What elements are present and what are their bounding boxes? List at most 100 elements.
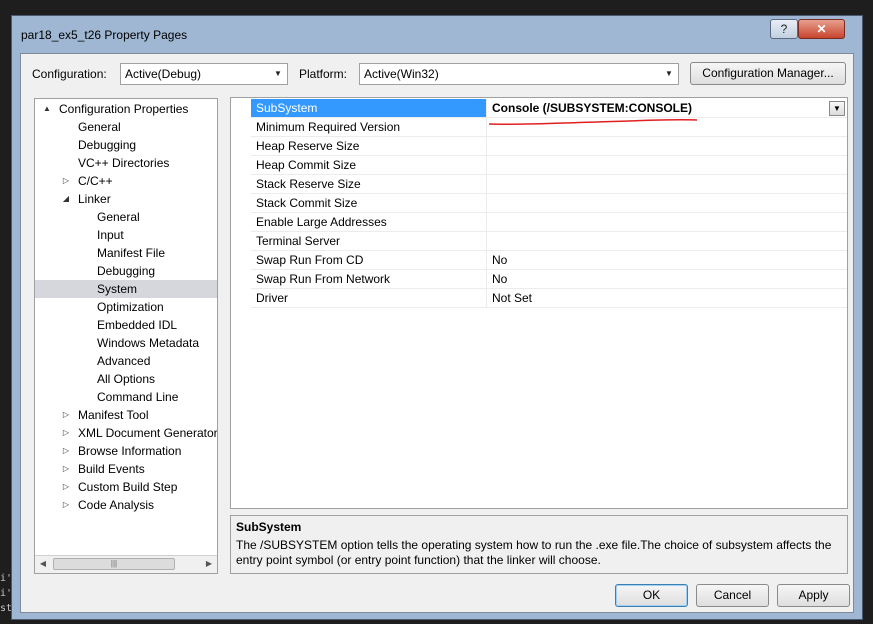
- platform-label: Platform:: [299, 67, 348, 81]
- platform-value: Active(Win32): [364, 67, 439, 81]
- tree-item-label: Build Events: [78, 462, 145, 476]
- help-button[interactable]: ?: [770, 19, 798, 39]
- tree-item[interactable]: General: [35, 118, 217, 136]
- property-tree[interactable]: ▲ Configuration Properties General Debuggin…: [34, 98, 218, 574]
- property-name: Stack Commit Size: [251, 194, 487, 213]
- tree-item[interactable]: Command Line: [35, 388, 217, 406]
- cancel-button[interactable]: Cancel: [696, 584, 769, 607]
- expand-icon[interactable]: ▷: [61, 442, 71, 460]
- property-row[interactable]: Swap Run From CD No: [231, 251, 847, 270]
- property-value[interactable]: [487, 156, 847, 175]
- tree-item[interactable]: ▷ XML Document Generator: [35, 424, 217, 442]
- tree-item-label: Embedded IDL: [97, 318, 178, 332]
- property-row[interactable]: Swap Run From Network No: [231, 270, 847, 289]
- tree-item[interactable]: Windows Metadata: [35, 334, 217, 352]
- expand-icon[interactable]: ▷: [61, 460, 71, 478]
- property-value-text: Not Set: [492, 291, 533, 305]
- tree-item[interactable]: VC++ Directories: [35, 154, 217, 172]
- chevron-down-icon: ▼: [274, 69, 282, 78]
- property-value[interactable]: [487, 194, 847, 213]
- tree-item-label: All Options: [97, 372, 156, 386]
- tree-item[interactable]: ▷ C/C++: [35, 172, 217, 190]
- platform-select[interactable]: Active(Win32) ▼: [359, 63, 679, 85]
- dropdown-arrow-icon[interactable]: ▼: [829, 101, 845, 116]
- tree-item[interactable]: ◢ Linker: [35, 190, 217, 208]
- tree-list: ▲ Configuration Properties General Debuggin…: [35, 100, 217, 514]
- property-value[interactable]: [487, 175, 847, 194]
- tree-item-label: Linker: [78, 192, 111, 206]
- property-row[interactable]: Driver Not Set: [231, 289, 847, 308]
- tree-item-label: VC++ Directories: [78, 156, 170, 170]
- tree-item-label: Configuration Properties: [59, 102, 189, 116]
- tree-item[interactable]: Debugging: [35, 136, 217, 154]
- tree-item[interactable]: Debugging: [35, 262, 217, 280]
- apply-button[interactable]: Apply: [777, 584, 850, 607]
- collapse-icon[interactable]: ◢: [61, 190, 71, 208]
- configuration-select[interactable]: Active(Debug) ▼: [120, 63, 288, 85]
- expand-icon[interactable]: ▷: [61, 172, 71, 190]
- property-value-text: No: [492, 253, 508, 267]
- property-row[interactable]: Terminal Server: [231, 232, 847, 251]
- property-row[interactable]: Heap Reserve Size: [231, 137, 847, 156]
- property-value[interactable]: [487, 137, 847, 156]
- dialog-client: Configuration: Active(Debug) ▼ Platform:…: [20, 53, 854, 613]
- tree-item[interactable]: Input: [35, 226, 217, 244]
- property-value[interactable]: Not Set: [487, 289, 847, 308]
- tree-item[interactable]: Manifest File: [35, 244, 217, 262]
- tree-item[interactable]: System: [35, 280, 217, 298]
- close-button[interactable]: ✕: [798, 19, 845, 39]
- scroll-thumb[interactable]: |||: [53, 558, 175, 570]
- tree-item-label: XML Document Generator: [78, 426, 218, 440]
- ok-button[interactable]: OK: [615, 584, 688, 607]
- window-title: par18_ex5_t26 Property Pages: [21, 28, 188, 42]
- property-row[interactable]: Stack Commit Size: [231, 194, 847, 213]
- title-bar[interactable]: par18_ex5_t26 Property Pages ? ✕: [12, 16, 862, 52]
- tree-item[interactable]: ▷ Manifest Tool: [35, 406, 217, 424]
- property-value[interactable]: [487, 213, 847, 232]
- property-value[interactable]: No: [487, 251, 847, 270]
- tree-item[interactable]: ▷ Code Analysis: [35, 496, 217, 514]
- tree-item[interactable]: ▲ Configuration Properties: [35, 100, 217, 118]
- property-name: Heap Reserve Size: [251, 137, 487, 156]
- expand-icon[interactable]: ▷: [61, 496, 71, 514]
- expand-icon[interactable]: ▷: [61, 424, 71, 442]
- tree-item-label: General: [78, 120, 121, 134]
- tree-item-label: Optimization: [97, 300, 164, 314]
- property-value[interactable]: [487, 232, 847, 251]
- property-value-text: Console (/SUBSYSTEM:CONSOLE): [492, 101, 693, 115]
- tree-item[interactable]: ▷ Browse Information: [35, 442, 217, 460]
- tree-item-label: Debugging: [97, 264, 156, 278]
- expand-icon[interactable]: ▷: [61, 478, 71, 496]
- description-panel: SubSystem The /SUBSYSTEM option tells th…: [230, 515, 848, 574]
- scroll-right-icon[interactable]: ▶: [201, 556, 217, 572]
- configuration-value: Active(Debug): [125, 67, 202, 81]
- tree-item[interactable]: Embedded IDL: [35, 316, 217, 334]
- tree-item[interactable]: General: [35, 208, 217, 226]
- tree-item-label: Advanced: [97, 354, 151, 368]
- property-row[interactable]: Stack Reserve Size: [231, 175, 847, 194]
- scroll-left-icon[interactable]: ◀: [35, 556, 51, 572]
- property-value[interactable]: No: [487, 270, 847, 289]
- tree-item[interactable]: Optimization: [35, 298, 217, 316]
- tree-item[interactable]: ▷ Custom Build Step: [35, 478, 217, 496]
- tree-item-label: C/C++: [78, 174, 113, 188]
- property-name: Stack Reserve Size: [251, 175, 487, 194]
- property-name: Heap Commit Size: [251, 156, 487, 175]
- horizontal-scrollbar[interactable]: ◀ ||| ▶: [35, 555, 217, 573]
- property-name: Minimum Required Version: [251, 118, 487, 137]
- tree-item-label: Windows Metadata: [97, 336, 200, 350]
- property-name: SubSystem: [251, 99, 487, 118]
- property-row[interactable]: Enable Large Addresses: [231, 213, 847, 232]
- tree-item[interactable]: ▷ Build Events: [35, 460, 217, 478]
- configuration-label: Configuration:: [32, 67, 107, 81]
- expand-icon[interactable]: ▷: [61, 406, 71, 424]
- tree-item-label: Browse Information: [78, 444, 182, 458]
- configuration-manager-button[interactable]: Configuration Manager...: [690, 62, 846, 85]
- tree-item[interactable]: Advanced: [35, 352, 217, 370]
- property-row[interactable]: Heap Commit Size: [231, 156, 847, 175]
- tree-item-label: General: [97, 210, 140, 224]
- chevron-down-icon: ▼: [665, 69, 673, 78]
- collapse-icon[interactable]: ▲: [42, 100, 52, 118]
- tree-item[interactable]: All Options: [35, 370, 217, 388]
- tree-item-label: Input: [97, 228, 124, 242]
